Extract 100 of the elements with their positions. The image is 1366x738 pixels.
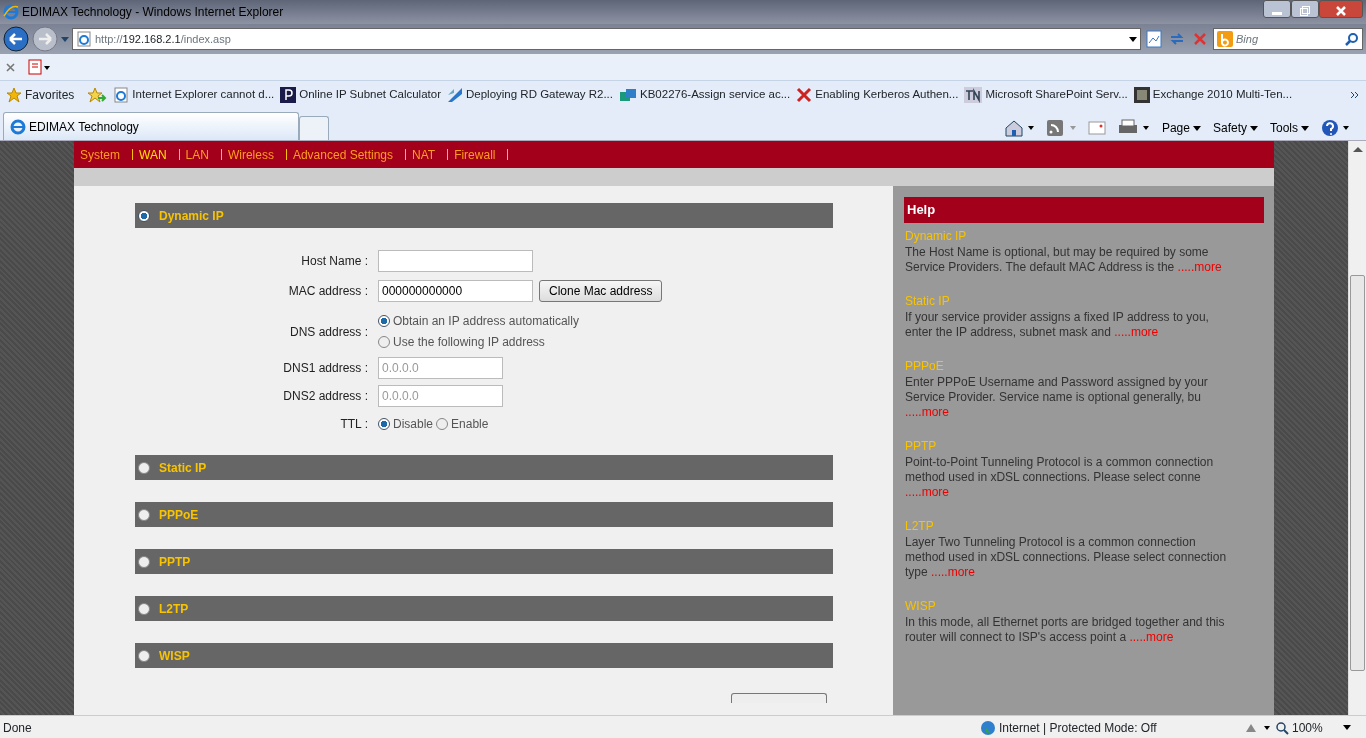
close-button[interactable]	[1319, 0, 1363, 18]
cross-icon	[796, 87, 813, 103]
help-heading: PPPoE	[905, 358, 945, 375]
section-header: PPTP	[135, 549, 833, 574]
radio-button[interactable]	[378, 336, 390, 348]
browser-logo-icon	[10, 118, 26, 135]
zone-status: Internet | Protected Mode: Off	[999, 719, 1158, 737]
field-label: Host Name :	[300, 253, 369, 270]
nav-link[interactable]: Advanced Settings	[289, 145, 396, 164]
option-label: Obtain an IP address automatically	[393, 313, 579, 330]
favorite-link[interactable]: KB02276-Assign service ac...	[619, 86, 791, 104]
help-heading: L2TP	[905, 518, 935, 535]
favorite-link[interactable]: Online IP Subnet Calculator	[280, 86, 441, 104]
nav-link[interactable]: System	[77, 145, 123, 164]
dropdown-arrow-icon[interactable]	[1343, 725, 1351, 730]
radio-button[interactable]	[138, 508, 150, 521]
radio-button[interactable]	[138, 602, 150, 615]
status-text: Done	[3, 719, 32, 737]
field-label: DNS1 address :	[282, 360, 369, 377]
dns1-field[interactable]: 0.0.0.0	[378, 357, 503, 379]
menu-button[interactable]: Page	[1161, 119, 1201, 137]
globe-icon	[980, 719, 996, 736]
dns2-field[interactable]: 0.0.0.0	[378, 385, 503, 407]
option-label: Enable	[451, 416, 489, 433]
forward-icon[interactable]	[32, 26, 58, 52]
menu-button[interactable]: Tools	[1270, 119, 1309, 137]
home-icon[interactable]	[1003, 119, 1034, 137]
search-icon[interactable]	[1345, 32, 1359, 46]
menu-button[interactable]: Safety	[1212, 119, 1258, 137]
favorite-link[interactable]: Exchange 2010 Multi-Ten...	[1133, 86, 1293, 104]
help-heading: PPTP	[905, 438, 938, 455]
help-heading: Dynamic IP	[905, 228, 968, 245]
browser-tab[interactable]: EDIMAX Technology	[3, 112, 299, 140]
favorite-link[interactable]: Microsoft SharePoint Serv...	[964, 86, 1128, 104]
help-text: If your service provider assigns a fixed IP address to you, enter the IP address, subnet mask and .....more	[905, 310, 1210, 340]
host-name-field[interactable]	[378, 250, 533, 272]
help-heading: Static IP	[905, 293, 951, 310]
help-text: Enter PPPoE Username and Password assigned by your Service Provider. Service name is optional generally, bu .....more	[905, 375, 1209, 420]
compatibility-icon[interactable]	[1144, 29, 1164, 49]
chevron-icon[interactable]	[1350, 91, 1360, 99]
add-favorite-icon[interactable]	[87, 87, 108, 103]
favorite-link[interactable]: Deploying RD Gateway R2...	[447, 86, 613, 104]
section-header: WISP	[135, 643, 833, 668]
favorite-link[interactable]: Enabling Kerberos Authen...	[796, 86, 959, 104]
section-header: Static IP	[135, 455, 833, 480]
browser-logo-icon	[3, 4, 19, 20]
caret-icon	[1192, 125, 1201, 131]
help-icon[interactable]	[1321, 119, 1351, 137]
radio-button[interactable]	[138, 461, 150, 474]
caret-icon	[1301, 125, 1309, 131]
radio-button[interactable]	[378, 315, 390, 327]
favorite-link[interactable]: Internet Explorer cannot d...	[113, 86, 275, 104]
mac-address-field[interactable]: 000000000000	[378, 280, 533, 302]
feeds-icon[interactable]	[1045, 119, 1076, 137]
tile-icon	[964, 87, 983, 103]
clone-mac-button[interactable]: Clone Mac address	[539, 280, 663, 302]
nav-link[interactable]: NAT	[409, 145, 439, 164]
favorites-button[interactable]: Favorites	[6, 86, 75, 104]
blocks-icon	[619, 87, 637, 103]
close-icon	[1336, 5, 1346, 16]
minimize-button[interactable]	[1263, 0, 1291, 18]
caret-icon	[1250, 125, 1258, 131]
radio-button[interactable]	[378, 418, 390, 430]
section-header: PPPoE	[135, 502, 833, 527]
nav-link[interactable]: Firewall	[451, 145, 499, 164]
nav-link[interactable]: LAN	[182, 145, 212, 164]
wing-icon	[447, 87, 463, 103]
radio-button[interactable]	[138, 649, 150, 662]
close-icon[interactable]	[6, 62, 15, 72]
section-header: L2TP	[135, 596, 833, 621]
zoom-icon	[1275, 720, 1289, 735]
back-icon[interactable]	[3, 26, 29, 52]
field-label: TTL :	[339, 416, 369, 433]
scrollbar[interactable]	[1348, 141, 1366, 715]
field-label: DNS2 address :	[282, 388, 369, 405]
option-label: Use the following IP address	[393, 334, 545, 351]
help-text: The Host Name is optional, but may be required by some Service Providers. The default MAC Address is the .....more	[905, 245, 1223, 275]
radio-button[interactable]	[138, 209, 150, 222]
help-text: In this mode, all Ethernet ports are bridged together and this router will connect to ISP's access point a .....more	[905, 615, 1226, 645]
restore-icon	[1300, 5, 1310, 16]
restore-button[interactable]	[1291, 0, 1319, 18]
search-field[interactable]: Bing	[1213, 28, 1363, 50]
radio-button[interactable]	[436, 418, 449, 430]
pdf-icon[interactable]	[27, 59, 51, 75]
section-header: Dynamic IP	[135, 203, 833, 228]
star-icon	[6, 87, 22, 103]
letter-tile-icon	[280, 87, 297, 103]
field-label: DNS address :	[288, 323, 369, 341]
help-text: Layer Two Tunneling Protocol is a common connection method used in xDSL connections. Please select connection type .....more	[905, 535, 1228, 580]
page-icon	[113, 87, 130, 103]
help-title: Help	[904, 197, 1264, 223]
zoom-level[interactable]: 100%	[1292, 718, 1340, 737]
search-engine-icon	[1217, 31, 1233, 47]
help-heading: WISP	[905, 598, 937, 615]
radio-button[interactable]	[138, 555, 150, 568]
page-button[interactable]	[731, 693, 827, 703]
nav-link[interactable]: Wireless	[224, 145, 277, 164]
nav-link[interactable]: WAN	[136, 145, 170, 164]
window-title: EDIMAX Technology - Windows Internet Explorer	[22, 4, 284, 21]
help-text: Point-to-Point Tunneling Protocol is a common connection method used in xDSL connections. Please select conne .....more	[905, 455, 1215, 500]
